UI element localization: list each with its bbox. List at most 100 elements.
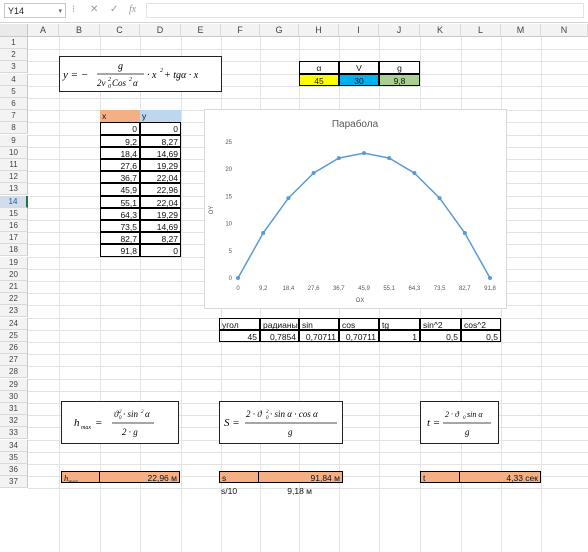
angle-value[interactable]: 0,70711 xyxy=(299,329,339,342)
angle-header[interactable]: sin xyxy=(299,317,339,330)
param-header-v[interactable]: V xyxy=(339,61,379,74)
insert-function-icon[interactable]: fx xyxy=(129,4,136,15)
column-header-e[interactable]: E xyxy=(181,24,221,37)
xy-cell-y[interactable]: 14,69 xyxy=(140,146,181,159)
s-label-cell[interactable]: s xyxy=(219,471,259,483)
column-header-a[interactable]: A xyxy=(28,24,59,37)
row-header-13[interactable]: 13 xyxy=(0,183,28,196)
xy-header-x[interactable]: x xyxy=(100,110,140,123)
xy-cell-x[interactable]: 91,8 xyxy=(100,244,140,257)
xy-cell-x[interactable]: 9,2 xyxy=(100,134,140,147)
column-header-m[interactable]: M xyxy=(501,24,541,37)
chart-data-point[interactable] xyxy=(236,276,240,280)
row-header-21[interactable]: 21 xyxy=(0,281,28,293)
xy-cell-y[interactable]: 0 xyxy=(140,244,181,257)
row-header-25[interactable]: 25 xyxy=(0,329,28,342)
xy-cell-y[interactable]: 22,04 xyxy=(140,171,181,184)
row-header-2[interactable]: 2 xyxy=(0,49,28,62)
parabola-chart[interactable]: Парабола OY OX 0 5 10 15 20 25 0 9,2 18,4 27,6 36,… xyxy=(204,109,507,309)
xy-cell-x[interactable]: 27,6 xyxy=(100,159,140,172)
row-header-24[interactable]: 24 xyxy=(0,317,28,330)
chart-data-point[interactable] xyxy=(261,231,266,236)
row-header-31[interactable]: 31 xyxy=(0,403,28,415)
row-header-26[interactable]: 26 xyxy=(0,342,28,354)
s10-label-cell[interactable]: s/10 xyxy=(219,485,259,497)
chart-data-point[interactable] xyxy=(286,196,291,201)
row-header-34[interactable]: 34 xyxy=(0,439,28,452)
angle-value[interactable]: 0,5 xyxy=(461,329,501,342)
xy-cell-x[interactable]: 18,4 xyxy=(100,146,140,159)
xy-cell-y[interactable]: 22,04 xyxy=(140,195,181,208)
row-header-17[interactable]: 17 xyxy=(0,232,28,245)
row-header-30[interactable]: 30 xyxy=(0,390,28,403)
xy-cell-x[interactable]: 45,9 xyxy=(100,183,140,196)
hmax-value-cell[interactable]: 22,96 м xyxy=(99,471,180,483)
row-header-19[interactable]: 19 xyxy=(0,256,28,269)
xy-cell-y[interactable]: 19,29 xyxy=(140,207,181,220)
column-header-g[interactable]: G xyxy=(260,24,299,37)
select-all-corner[interactable] xyxy=(0,24,28,37)
cancel-icon[interactable]: ✕ xyxy=(90,4,98,15)
param-value-alpha[interactable]: 45 xyxy=(299,73,339,86)
row-header-10[interactable]: 10 xyxy=(0,146,28,159)
row-header-3[interactable]: 3 xyxy=(0,61,28,74)
column-header-d[interactable]: D xyxy=(140,24,181,37)
column-header-l[interactable]: L xyxy=(461,24,501,37)
row-header-11[interactable]: 11 xyxy=(0,159,28,171)
row-header-28[interactable]: 28 xyxy=(0,366,28,379)
column-header-c[interactable]: C xyxy=(100,24,140,37)
row-header-35[interactable]: 35 xyxy=(0,451,28,464)
name-box[interactable]: Y14 ▾ xyxy=(4,3,66,18)
column-header-k[interactable]: K xyxy=(420,24,461,37)
angle-header[interactable]: cos xyxy=(339,317,379,330)
row-header-29[interactable]: 29 xyxy=(0,378,28,391)
xy-cell-y[interactable]: 8,27 xyxy=(140,232,181,245)
formula-input[interactable] xyxy=(146,3,584,18)
chart-data-point[interactable] xyxy=(462,231,467,236)
row-header-32[interactable]: 32 xyxy=(0,415,28,428)
xy-cell-y[interactable]: 0 xyxy=(140,122,181,135)
column-header-b[interactable]: B xyxy=(59,24,100,37)
angle-value[interactable]: 0,7854 xyxy=(260,329,299,342)
xy-cell-x[interactable]: 82,7 xyxy=(100,232,140,245)
row-header-18[interactable]: 18 xyxy=(0,244,28,257)
row-header-7[interactable]: 7 xyxy=(0,110,28,123)
chart-data-point[interactable] xyxy=(488,276,492,280)
row-header-1[interactable]: 1 xyxy=(0,37,28,49)
xy-cell-x[interactable]: 55,1 xyxy=(100,195,140,208)
t-label-cell[interactable]: t xyxy=(420,471,460,483)
chart-series-line[interactable] xyxy=(237,152,491,279)
row-header-16[interactable]: 16 xyxy=(0,220,28,232)
column-header-i[interactable]: I xyxy=(339,24,379,37)
row-header-12[interactable]: 12 xyxy=(0,171,28,184)
angle-value[interactable]: 45 xyxy=(219,329,260,342)
angle-header[interactable]: tg xyxy=(379,317,420,330)
xy-cell-y[interactable]: 22,96 xyxy=(140,183,181,196)
s10-value-cell[interactable]: 9,18 м xyxy=(258,485,314,497)
xy-header-y[interactable]: y xyxy=(140,110,181,123)
xy-cell-x[interactable]: 36,7 xyxy=(100,171,140,184)
t-value-cell[interactable]: 4,33 сек xyxy=(459,471,541,483)
angle-header[interactable]: sin^2 xyxy=(420,317,461,330)
angle-header[interactable]: радианы xyxy=(260,317,299,330)
xy-cell-y[interactable]: 19,29 xyxy=(140,159,181,172)
chart-data-point[interactable] xyxy=(412,171,417,176)
row-header-23[interactable]: 23 xyxy=(0,305,28,318)
xy-cell-y[interactable]: 8,27 xyxy=(140,134,181,147)
row-header-6[interactable]: 6 xyxy=(0,98,28,110)
column-header-h[interactable]: H xyxy=(299,24,339,37)
row-header-37[interactable]: 37 xyxy=(0,476,28,489)
row-header-36[interactable]: 36 xyxy=(0,464,28,476)
chart-data-point[interactable] xyxy=(437,196,442,201)
enter-icon[interactable]: ✓ xyxy=(110,4,118,15)
chart-data-point[interactable] xyxy=(336,156,341,161)
row-header-5[interactable]: 5 xyxy=(0,85,28,98)
chart-data-point[interactable] xyxy=(387,156,392,161)
xy-cell-x[interactable]: 64,3 xyxy=(100,207,140,220)
angle-header[interactable]: cos^2 xyxy=(461,317,501,330)
param-header-g[interactable]: g xyxy=(379,61,420,74)
row-header-9[interactable]: 9 xyxy=(0,134,28,147)
xy-cell-x[interactable]: 0 xyxy=(100,122,140,135)
column-header-f[interactable]: F xyxy=(221,24,260,37)
row-header-15[interactable]: 15 xyxy=(0,207,28,220)
